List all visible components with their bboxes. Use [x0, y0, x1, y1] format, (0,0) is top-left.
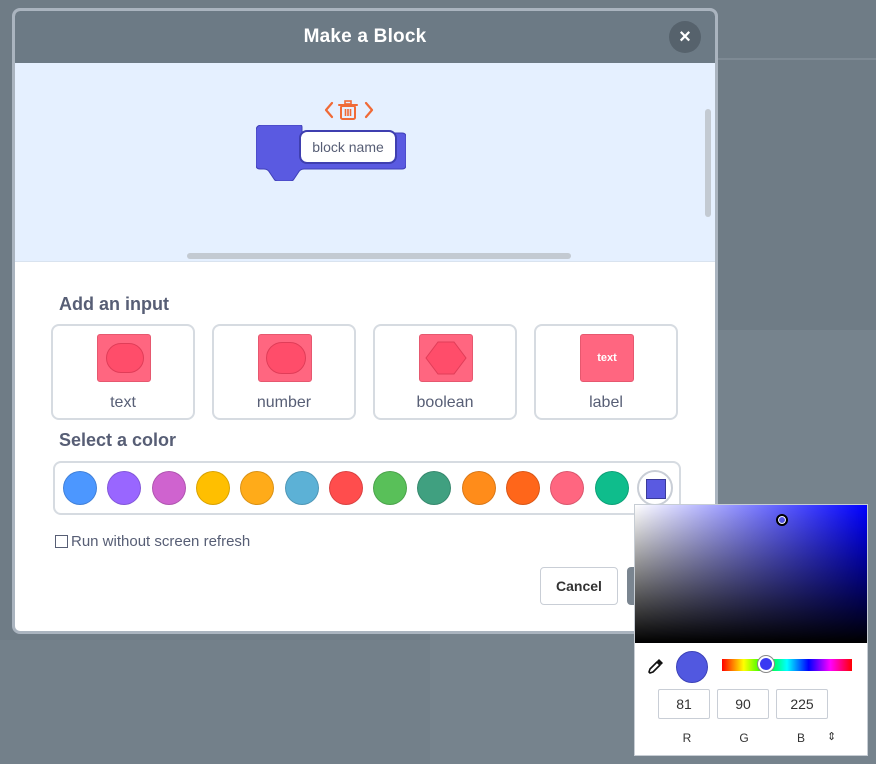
- color-swatch[interactable]: [373, 471, 408, 505]
- make-a-block-dialog: Make a Block × block name Add an input t…: [12, 8, 718, 634]
- dialog-header: Make a Block ×: [15, 11, 715, 63]
- hue-slider-handle[interactable]: [758, 656, 774, 672]
- blue-label: B: [796, 731, 805, 745]
- dialog-title: Make a Block: [303, 26, 427, 47]
- number-input-icon: [258, 334, 312, 382]
- run-without-refresh-checkbox[interactable]: [55, 535, 68, 548]
- color-swatch[interactable]: [328, 471, 363, 505]
- background-sidebar: [0, 640, 430, 764]
- hue-slider[interactable]: [722, 656, 852, 672]
- green-input[interactable]: [717, 689, 769, 719]
- label-icon-text: text: [597, 352, 617, 364]
- color-swatch[interactable]: [284, 471, 319, 505]
- number-input-label: number: [256, 394, 312, 411]
- color-swatch[interactable]: [461, 471, 496, 505]
- saturation-value-area[interactable]: [635, 505, 867, 643]
- add-label-button[interactable]: text label: [534, 324, 678, 420]
- boolean-input-label: boolean: [416, 394, 474, 411]
- cancel-button[interactable]: Cancel: [540, 567, 618, 605]
- red-label: R: [682, 731, 692, 745]
- block-workspace: [15, 63, 715, 262]
- add-input-title: Add an input: [59, 294, 169, 314]
- run-without-refresh-option[interactable]: Run without screen refresh: [55, 533, 250, 550]
- add-text-input-button[interactable]: text: [51, 324, 195, 420]
- close-button[interactable]: ×: [669, 21, 701, 53]
- label-input-label: label: [589, 394, 623, 411]
- green-label: G: [739, 731, 749, 745]
- boolean-input-icon: [419, 334, 473, 382]
- label-icon: text: [580, 334, 634, 382]
- color-picker-popover: R G B ⇕: [634, 504, 868, 756]
- add-boolean-input-button[interactable]: boolean: [373, 324, 517, 420]
- color-palette: [53, 461, 681, 515]
- color-swatch[interactable]: [195, 471, 230, 505]
- text-input-icon: [97, 334, 151, 382]
- color-swatch[interactable]: [240, 471, 275, 505]
- color-mode-toggle-icon[interactable]: ⇕: [827, 730, 836, 743]
- chevron-left-icon[interactable]: [324, 101, 334, 119]
- color-swatch[interactable]: [594, 471, 629, 505]
- color-swatch[interactable]: [550, 471, 585, 505]
- custom-color-swatch: [646, 479, 666, 499]
- color-swatch[interactable]: [63, 471, 97, 505]
- background-divider: [718, 58, 876, 60]
- vertical-scrollbar[interactable]: [705, 109, 711, 217]
- block-name-input[interactable]: [299, 130, 397, 164]
- color-swatch[interactable]: [417, 471, 452, 505]
- eyedropper-icon[interactable]: [647, 657, 665, 675]
- horizontal-scrollbar[interactable]: [187, 253, 571, 259]
- color-swatch[interactable]: [107, 471, 142, 505]
- saturation-value-handle[interactable]: [776, 514, 788, 526]
- custom-color-button[interactable]: [637, 470, 673, 506]
- text-input-label: text: [110, 394, 136, 411]
- select-color-title: Select a color: [59, 430, 177, 450]
- color-swatch[interactable]: [151, 471, 186, 505]
- red-input[interactable]: [658, 689, 710, 719]
- trash-icon[interactable]: [338, 100, 358, 120]
- add-number-input-button[interactable]: number: [212, 324, 356, 420]
- color-swatch[interactable]: [506, 471, 540, 505]
- color-preview: [676, 651, 708, 683]
- run-without-refresh-label: Run without screen refresh: [71, 533, 251, 550]
- chevron-right-icon[interactable]: [364, 101, 374, 119]
- blue-input[interactable]: [776, 689, 828, 719]
- block-tools: [324, 100, 374, 120]
